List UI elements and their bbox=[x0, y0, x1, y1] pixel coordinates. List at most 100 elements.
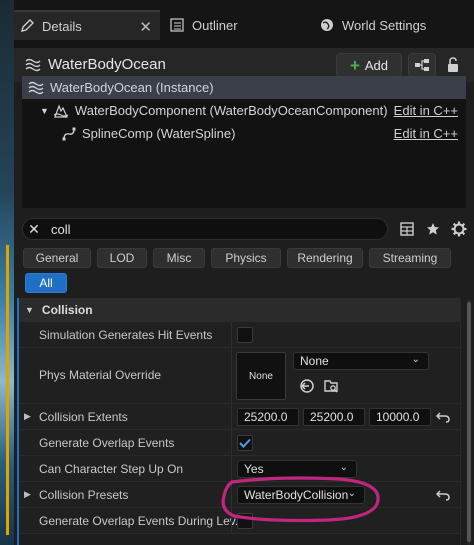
tab-world-settings-label: World Settings bbox=[342, 17, 427, 33]
clear-search-icon[interactable]: ✕ bbox=[23, 221, 45, 238]
material-thumbnail[interactable]: None bbox=[236, 352, 286, 400]
prop-overlap-events: Generate Overlap Events bbox=[19, 430, 460, 456]
filter-all[interactable]: All bbox=[25, 273, 67, 293]
chevron-down-icon: ⌄ bbox=[347, 488, 356, 499]
search-query: coll bbox=[51, 221, 71, 237]
chevron-down-icon: ⌄ bbox=[339, 462, 348, 473]
tab-outliner[interactable]: Outliner bbox=[170, 10, 238, 40]
extent-y-input[interactable]: 25200.0 bbox=[303, 408, 365, 426]
edit-in-cpp-link[interactable]: Edit in C++ bbox=[394, 103, 458, 118]
viewport-strip bbox=[0, 0, 14, 545]
tab-details-label: Details bbox=[42, 18, 82, 34]
reset-to-default-icon[interactable] bbox=[435, 487, 451, 503]
search-input[interactable]: ✕ coll bbox=[22, 218, 388, 240]
prop-label: Phys Material Override bbox=[39, 368, 162, 382]
gear-icon[interactable] bbox=[450, 220, 468, 238]
water-icon bbox=[25, 58, 41, 75]
lock-icon bbox=[448, 57, 458, 72]
collision-presets-value: WaterBodyCollision bbox=[244, 488, 349, 502]
water-icon bbox=[28, 81, 44, 95]
sim-hit-events-checkbox[interactable] bbox=[237, 327, 253, 343]
reset-to-default-icon[interactable] bbox=[435, 409, 451, 425]
divider bbox=[231, 456, 232, 481]
prop-collision-extents: ▶ Collision Extents 25200.0 25200.0 1000… bbox=[19, 404, 460, 430]
scrollbar[interactable] bbox=[467, 300, 471, 545]
tab-world-settings[interactable]: World Settings bbox=[320, 10, 426, 40]
extent-z-input[interactable]: 10000.0 bbox=[369, 408, 431, 426]
overlap-events-checkbox[interactable] bbox=[237, 435, 253, 451]
tree-item-instance-label: WaterBodyOcean (Instance) bbox=[50, 80, 214, 95]
prop-phys-material: Phys Material Override None None ⌄ bbox=[19, 348, 460, 404]
chevron-down-icon[interactable]: ▼ bbox=[40, 106, 49, 116]
prop-label: Generate Overlap Events bbox=[39, 436, 175, 450]
chevron-right-icon[interactable]: ▶ bbox=[24, 411, 31, 422]
prop-label: Can Character Step Up On bbox=[39, 462, 184, 476]
prop-label: Collision Presets bbox=[39, 488, 129, 502]
actor-title: WaterBodyOcean bbox=[48, 56, 166, 73]
prop-label: Simulation Generates Hit Events bbox=[39, 328, 213, 342]
filter-rendering[interactable]: Rendering bbox=[287, 248, 363, 268]
table-view-icon[interactable] bbox=[398, 220, 416, 238]
extent-x-input[interactable]: 25200.0 bbox=[237, 408, 299, 426]
add-label: Add bbox=[364, 57, 389, 73]
selection-highlight bbox=[6, 245, 9, 535]
tab-bar: Details ✕ Outliner World Settings bbox=[14, 0, 474, 48]
divider bbox=[231, 348, 232, 403]
search-tools bbox=[398, 220, 468, 238]
tree-item-component-label: WaterBodyComponent (WaterBodyOceanCompon… bbox=[74, 103, 388, 118]
add-component-button[interactable]: + Add bbox=[336, 53, 402, 77]
spline-icon bbox=[62, 127, 76, 141]
filter-general[interactable]: General bbox=[23, 248, 91, 268]
tab-outliner-label: Outliner bbox=[192, 17, 238, 33]
water-component-icon bbox=[53, 103, 69, 118]
tree-item-component[interactable]: ▼ WaterBodyComponent (WaterBodyOceanComp… bbox=[22, 99, 466, 122]
pencil-icon bbox=[20, 19, 34, 33]
browse-icon[interactable] bbox=[323, 378, 339, 397]
overlap-level-checkbox[interactable] bbox=[237, 513, 253, 529]
step-up-dropdown[interactable]: Yes ⌄ bbox=[237, 460, 357, 478]
star-icon[interactable] bbox=[424, 220, 442, 238]
tab-details[interactable]: Details ✕ bbox=[14, 10, 160, 40]
tree-item-instance[interactable]: WaterBodyOcean (Instance) bbox=[22, 76, 466, 99]
close-icon[interactable]: ✕ bbox=[139, 18, 152, 36]
tree-item-spline[interactable]: SplineComp (WaterSpline) Edit in C++ bbox=[22, 122, 466, 145]
collision-presets-dropdown[interactable]: WaterBodyCollision ⌄ bbox=[237, 486, 365, 504]
phys-material-value: None bbox=[300, 354, 329, 368]
details-panel: Details ✕ Outliner World Settings WaterB… bbox=[14, 0, 474, 545]
blueprint-icon bbox=[415, 59, 429, 71]
category-label: Collision bbox=[41, 303, 93, 317]
edit-in-cpp-link[interactable]: Edit in C++ bbox=[394, 126, 458, 141]
divider bbox=[231, 404, 232, 429]
component-tree: WaterBodyOcean (Instance) ▼ WaterBodyCom… bbox=[22, 76, 466, 208]
step-up-value: Yes bbox=[244, 462, 264, 476]
blueprint-button[interactable] bbox=[408, 53, 436, 77]
divider bbox=[231, 482, 232, 507]
lock-button[interactable] bbox=[442, 54, 464, 76]
category-collision[interactable]: ▼ Collision bbox=[19, 298, 460, 322]
filter-physics[interactable]: Physics bbox=[211, 248, 281, 268]
prop-label: Collision Extents bbox=[39, 410, 128, 424]
tree-item-spline-label: SplineComp (WaterSpline) bbox=[82, 126, 236, 141]
property-grid: ▼ Collision Simulation Generates Hit Eve… bbox=[17, 298, 461, 545]
checkmark-icon bbox=[239, 438, 251, 448]
divider bbox=[231, 508, 232, 533]
prop-label: Generate Overlap Events During Lev... bbox=[39, 514, 245, 528]
chevron-down-icon: ▼ bbox=[25, 305, 34, 315]
prop-sim-hit-events: Simulation Generates Hit Events bbox=[19, 322, 460, 348]
filter-streaming[interactable]: Streaming bbox=[369, 248, 451, 268]
outliner-icon bbox=[170, 18, 184, 32]
prop-step-up: Can Character Step Up On Yes ⌄ bbox=[19, 456, 460, 482]
plus-icon: + bbox=[349, 55, 360, 75]
chevron-right-icon[interactable]: ▶ bbox=[24, 489, 31, 500]
divider bbox=[231, 430, 232, 455]
prop-collision-presets: ▶ Collision Presets WaterBodyCollision ⌄ bbox=[19, 482, 460, 508]
chevron-down-icon: ⌄ bbox=[411, 354, 420, 365]
scrollbar-thumb[interactable] bbox=[467, 302, 471, 542]
filter-misc[interactable]: Misc bbox=[153, 248, 205, 268]
prop-overlap-level: Generate Overlap Events During Lev... bbox=[19, 508, 460, 534]
phys-material-dropdown[interactable]: None ⌄ bbox=[293, 352, 429, 370]
divider bbox=[231, 322, 232, 347]
use-selected-icon[interactable] bbox=[299, 378, 315, 397]
globe-icon bbox=[320, 18, 334, 32]
filter-lod[interactable]: LOD bbox=[97, 248, 147, 268]
